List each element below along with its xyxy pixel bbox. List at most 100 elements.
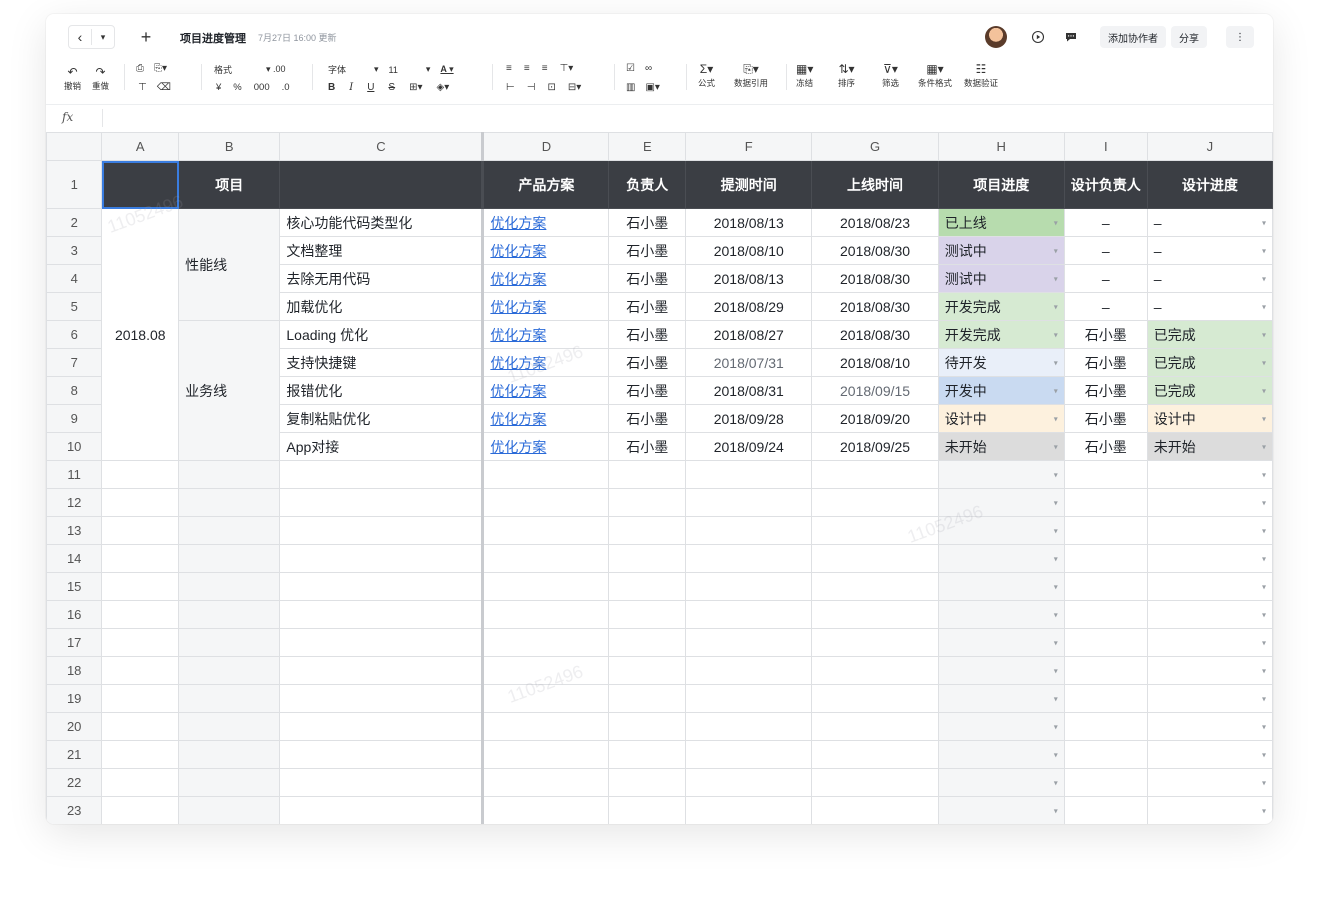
launch-date-cell[interactable]: 2018/09/20 [811,404,939,433]
plan-cell[interactable]: 优化方案 [481,348,610,377]
status-dropdown[interactable]: 已上线 ▾ [937,208,1065,237]
empty-cell[interactable] [101,740,180,769]
chevron-down-icon[interactable]: ▾ [1054,526,1058,535]
align-center-icon[interactable]: ≡ [524,63,530,74]
status-dropdown[interactable]: ▾ [937,628,1065,657]
back-icon[interactable]: ‹ [69,25,91,49]
empty-cell[interactable] [279,656,484,685]
empty-cell[interactable] [811,740,939,769]
plan-link[interactable]: 优化方案 [490,271,546,287]
launch-date-cell[interactable]: 2018/08/30 [811,320,939,349]
empty-cell[interactable] [279,600,484,629]
cond-format-button[interactable]: ▦▾ 条件格式 [918,63,952,89]
empty-cell[interactable] [1063,796,1148,824]
chevron-down-icon[interactable]: ▾ [1054,750,1058,759]
empty-cell[interactable] [178,740,281,769]
status-dropdown[interactable]: 测试中 ▾ [937,236,1065,265]
plan-cell[interactable]: 优化方案 [481,292,610,321]
empty-cell[interactable] [178,628,281,657]
font-dropdown[interactable]: 字体 ▾ 11 ▾ A ▾ [328,63,454,76]
row-number[interactable]: 9 [46,404,103,433]
empty-cell[interactable] [811,544,939,573]
design-status-dropdown[interactable]: – ▾ [1146,236,1273,265]
formula-button[interactable]: Σ▾ 公式 [698,63,715,89]
empty-cell[interactable] [1063,628,1148,657]
designer-cell[interactable]: – [1063,208,1148,237]
present-icon[interactable] [1028,27,1048,47]
empty-cell[interactable] [101,516,180,545]
chevron-down-icon[interactable]: ▾ [1262,638,1266,647]
empty-cell[interactable] [481,600,610,629]
launch-date-cell[interactable]: 2018/08/30 [811,264,939,293]
month-cell[interactable]: 2018.08 [101,208,180,461]
empty-cell[interactable] [811,572,939,601]
row-number[interactable]: 22 [46,768,103,797]
comment-icon[interactable] [1061,27,1081,47]
design-status-dropdown[interactable]: ▾ [1146,712,1273,741]
status-dropdown[interactable]: ▾ [937,516,1065,545]
select-all-corner[interactable] [46,132,103,161]
design-status-dropdown[interactable]: ▾ [1146,740,1273,769]
row-number[interactable]: 10 [46,432,103,461]
empty-cell[interactable] [608,712,687,741]
row-number[interactable]: 6 [46,320,103,349]
checkbox-icon[interactable]: ☑ [626,63,635,74]
empty-cell[interactable] [101,572,180,601]
decimal-icon[interactable]: .0 [282,82,290,93]
owner-cell[interactable]: 石小墨 [608,264,687,293]
empty-cell[interactable] [685,544,813,573]
link-icon[interactable]: ∞ [645,63,652,74]
designer-cell[interactable]: 石小墨 [1063,376,1148,405]
share-button[interactable]: 分享 [1171,26,1207,48]
row-number[interactable]: 3 [46,236,103,265]
plan-cell[interactable]: 优化方案 [481,236,610,265]
owner-cell[interactable]: 石小墨 [608,236,687,265]
design-status-dropdown[interactable]: ▾ [1146,572,1273,601]
empty-cell[interactable] [481,628,610,657]
empty-cell[interactable] [1063,544,1148,573]
empty-cell[interactable] [608,600,687,629]
row-number[interactable]: 11 [46,460,103,489]
chevron-down-icon[interactable]: ▾ [92,25,114,49]
chevron-down-icon[interactable]: ▾ [1262,694,1266,703]
chevron-down-icon[interactable]: ▾ [1054,778,1058,787]
designer-cell[interactable]: 石小墨 [1063,348,1148,377]
status-dropdown[interactable]: 开发完成 ▾ [937,292,1065,321]
row-number[interactable]: 4 [46,264,103,293]
chevron-down-icon[interactable]: ▾ [1054,218,1058,227]
avatar[interactable] [985,26,1007,48]
fill-color-icon[interactable]: ◈▾ [437,82,450,93]
empty-cell[interactable] [101,712,180,741]
sheet-grid[interactable]: ABCDEFGHIJ 1 项目 产品方案 负责人 提测时间 上线时间 项目进度 设计负责人 设计… [46,132,1273,824]
empty-cell[interactable] [811,768,939,797]
align-left-icon[interactable]: ≡ [506,63,512,74]
empty-cell[interactable] [481,656,610,685]
empty-cell[interactable] [101,460,180,489]
design-status-dropdown[interactable]: ▾ [1146,488,1273,517]
owner-cell[interactable]: 石小墨 [608,348,687,377]
plan-link[interactable]: 优化方案 [490,383,546,399]
design-status-dropdown[interactable]: ▾ [1146,628,1273,657]
plan-link[interactable]: 优化方案 [490,299,546,315]
status-dropdown[interactable]: ▾ [937,740,1065,769]
chevron-down-icon[interactable]: ▾ [1054,386,1058,395]
indent-icon[interactable]: ⊢ [506,82,515,93]
column-header-j[interactable]: J [1146,132,1273,161]
undo-button[interactable]: ↶ 撤销 [64,66,81,92]
chevron-down-icon[interactable]: ▾ [1262,666,1266,675]
wrap-icon[interactable]: ⊣ [527,82,536,93]
chevron-down-icon[interactable]: ▾ [1262,554,1266,563]
test-date-cell[interactable]: 2018/07/31 [685,348,813,377]
empty-cell[interactable] [279,712,484,741]
launch-date-cell[interactable]: 2018/08/23 [811,208,939,237]
chevron-down-icon[interactable]: ▾ [1262,414,1266,423]
status-dropdown[interactable]: ▾ [937,600,1065,629]
status-dropdown[interactable]: ▾ [937,488,1065,517]
row-number[interactable]: 17 [46,628,103,657]
chevron-down-icon[interactable]: ▾ [1054,666,1058,675]
header-f[interactable]: 提测时间 [685,160,813,209]
plan-cell[interactable]: 优化方案 [481,432,610,461]
row-number[interactable]: 12 [46,488,103,517]
underline-icon[interactable]: U [367,82,374,93]
image-icon[interactable]: ▣▾ [645,82,659,93]
